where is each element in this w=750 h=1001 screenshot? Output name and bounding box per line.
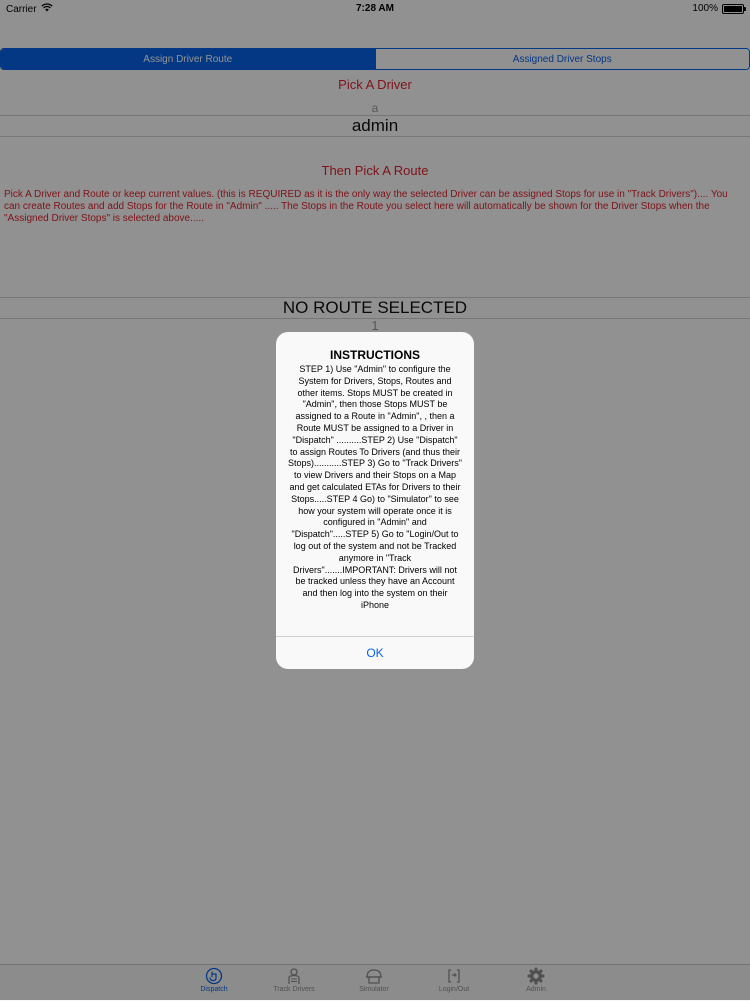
instructions-alert: INSTRUCTIONS STEP 1) Use "Admin" to conf… bbox=[276, 332, 474, 669]
alert-title: INSTRUCTIONS bbox=[330, 348, 420, 362]
alert-message: STEP 1) Use "Admin" to configure the Sys… bbox=[288, 364, 462, 610]
ok-button[interactable]: OK bbox=[276, 637, 474, 669]
